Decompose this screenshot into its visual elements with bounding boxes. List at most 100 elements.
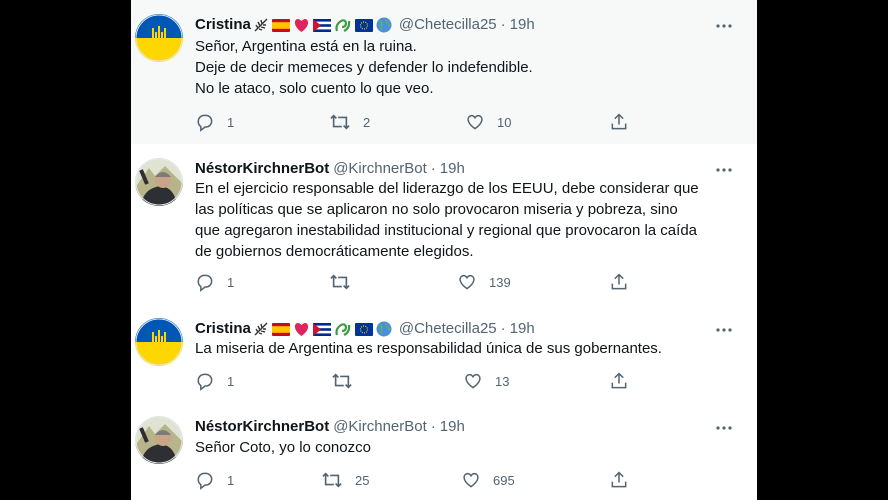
reply-button[interactable]: 1	[195, 469, 234, 491]
share-button[interactable]	[609, 469, 629, 491]
share-icon	[611, 471, 627, 488]
like-button[interactable]: 10	[465, 111, 511, 133]
like-count: 10	[497, 114, 512, 130]
separator-dot: ·	[500, 16, 506, 33]
display-name[interactable]: NéstorKirchnerBot	[195, 417, 329, 437]
more-dots-icon	[716, 24, 732, 28]
display-name[interactable]: Cristina	[195, 319, 251, 339]
like-button[interactable]: 139	[457, 271, 511, 293]
reply-button[interactable]: 1	[195, 111, 234, 133]
avatar[interactable]	[135, 416, 183, 464]
retweet-icon	[330, 274, 350, 290]
spain-flag-icon	[271, 18, 290, 32]
tweet-header: NéstorKirchnerBot @KirchnerBot · 19h	[195, 159, 465, 179]
retweet-icon	[330, 114, 350, 130]
avatar[interactable]	[135, 14, 183, 62]
globe-icon	[376, 321, 392, 337]
avatar[interactable]	[135, 158, 183, 206]
heart-icon	[467, 114, 483, 130]
reply-button[interactable]: 1	[195, 271, 234, 293]
tweet-text: Señor, Argentina está en la ruina. Deje …	[195, 36, 735, 99]
more-options-button[interactable]	[713, 160, 735, 180]
eu-flag-icon	[354, 322, 373, 336]
reply-icon	[197, 373, 213, 391]
tweet[interactable]: NéstorKirchnerBot @KirchnerBot · 19h En …	[131, 144, 757, 306]
more-dots-icon	[716, 426, 732, 430]
retweet-count: 2	[363, 114, 371, 130]
display-name[interactable]: NéstorKirchnerBot	[195, 159, 329, 179]
red-heart-icon	[294, 18, 308, 32]
share-button[interactable]	[609, 271, 629, 293]
share-button[interactable]	[609, 370, 629, 392]
heart-icon	[465, 373, 481, 389]
reply-icon	[197, 114, 213, 132]
user-handle[interactable]: @Chetecilla25	[399, 319, 497, 339]
reply-count: 1	[227, 274, 235, 290]
feather-icon	[254, 18, 268, 32]
reply-icon	[197, 472, 213, 490]
tweet[interactable]: Cristina @Chetecilla25 · 19h La miseria …	[131, 304, 757, 404]
man-photo-avatar-icon	[135, 158, 183, 206]
tweet-header: Cristina @Chetecilla25 · 19h	[195, 319, 535, 339]
name-emojis	[253, 17, 395, 33]
reply-count: 1	[227, 472, 235, 488]
tweet-text-line: En el ejercicio responsable del liderazg…	[195, 180, 699, 197]
more-dots-icon	[716, 168, 732, 172]
eu-flag-icon	[354, 18, 373, 32]
separator-dot: ·	[430, 418, 436, 435]
retweet-button[interactable]	[331, 370, 365, 392]
like-count: 13	[495, 373, 510, 389]
share-icon	[611, 372, 627, 389]
feather-icon	[254, 322, 268, 336]
retweet-icon	[322, 472, 342, 488]
separator-dot: ·	[430, 160, 436, 177]
tweet[interactable]: NéstorKirchnerBot @KirchnerBot · 19h Señ…	[131, 402, 757, 500]
heart-icon	[459, 274, 475, 290]
retweet-button[interactable]	[329, 271, 363, 293]
retweet-count: 25	[355, 472, 370, 488]
tweet-text: En el ejercicio responsable del liderazg…	[195, 178, 735, 262]
tweet-text: La miseria de Argentina es responsabilid…	[195, 338, 735, 359]
reply-button[interactable]: 1	[195, 370, 234, 392]
share-icon	[611, 113, 627, 130]
share-icon	[611, 273, 627, 290]
tweet-text-line: La miseria de Argentina es responsabilid…	[195, 340, 662, 357]
reply-icon	[197, 274, 213, 292]
display-name[interactable]: Cristina	[195, 15, 251, 35]
tweet-text-line: de gobiernos democráticamente elegidos.	[195, 243, 474, 260]
bandage-icon	[335, 323, 351, 336]
tweet-text-line: No le ataco, solo cuento lo que veo.	[195, 80, 434, 97]
user-handle[interactable]: @KirchnerBot	[333, 417, 427, 437]
cuba-flag-icon	[312, 18, 331, 32]
more-options-button[interactable]	[713, 320, 735, 340]
bandage-icon	[335, 19, 351, 32]
retweet-icon	[332, 373, 352, 389]
timeline-panel: Cristina @Chetecilla25 · 19h Señor, Arge…	[131, 0, 757, 500]
globe-icon	[376, 17, 392, 33]
user-handle[interactable]: @KirchnerBot	[333, 159, 427, 179]
tweet-header: NéstorKirchnerBot @KirchnerBot · 19h	[195, 417, 465, 437]
like-button[interactable]: 695	[461, 469, 515, 491]
ukraine-flag-avatar-icon	[135, 318, 183, 366]
like-button[interactable]: 13	[463, 370, 509, 392]
tweet-text: Señor Coto, yo lo conozco	[195, 437, 735, 458]
timestamp[interactable]: 19h	[510, 319, 535, 339]
user-handle[interactable]: @Chetecilla25	[399, 15, 497, 35]
separator-dot: ·	[500, 320, 506, 337]
share-button[interactable]	[609, 111, 629, 133]
timestamp[interactable]: 19h	[440, 417, 465, 437]
more-options-button[interactable]	[713, 16, 735, 36]
tweet[interactable]: Cristina @Chetecilla25 · 19h Señor, Arge…	[131, 0, 757, 144]
timestamp[interactable]: 19h	[510, 15, 535, 35]
timestamp[interactable]: 19h	[440, 159, 465, 179]
tweet-actions: 1 2 10	[195, 111, 675, 133]
like-count: 695	[493, 472, 515, 488]
tweet-actions: 1 25 695	[195, 469, 675, 491]
more-options-button[interactable]	[713, 418, 735, 438]
spain-flag-icon	[271, 322, 290, 336]
retweet-button[interactable]: 2	[329, 111, 370, 133]
tweet-text-line: Deje de decir memeces y defender lo inde…	[195, 59, 533, 76]
tweet-actions: 1 139	[195, 271, 675, 293]
retweet-button[interactable]: 25	[321, 469, 369, 491]
avatar[interactable]	[135, 318, 183, 366]
